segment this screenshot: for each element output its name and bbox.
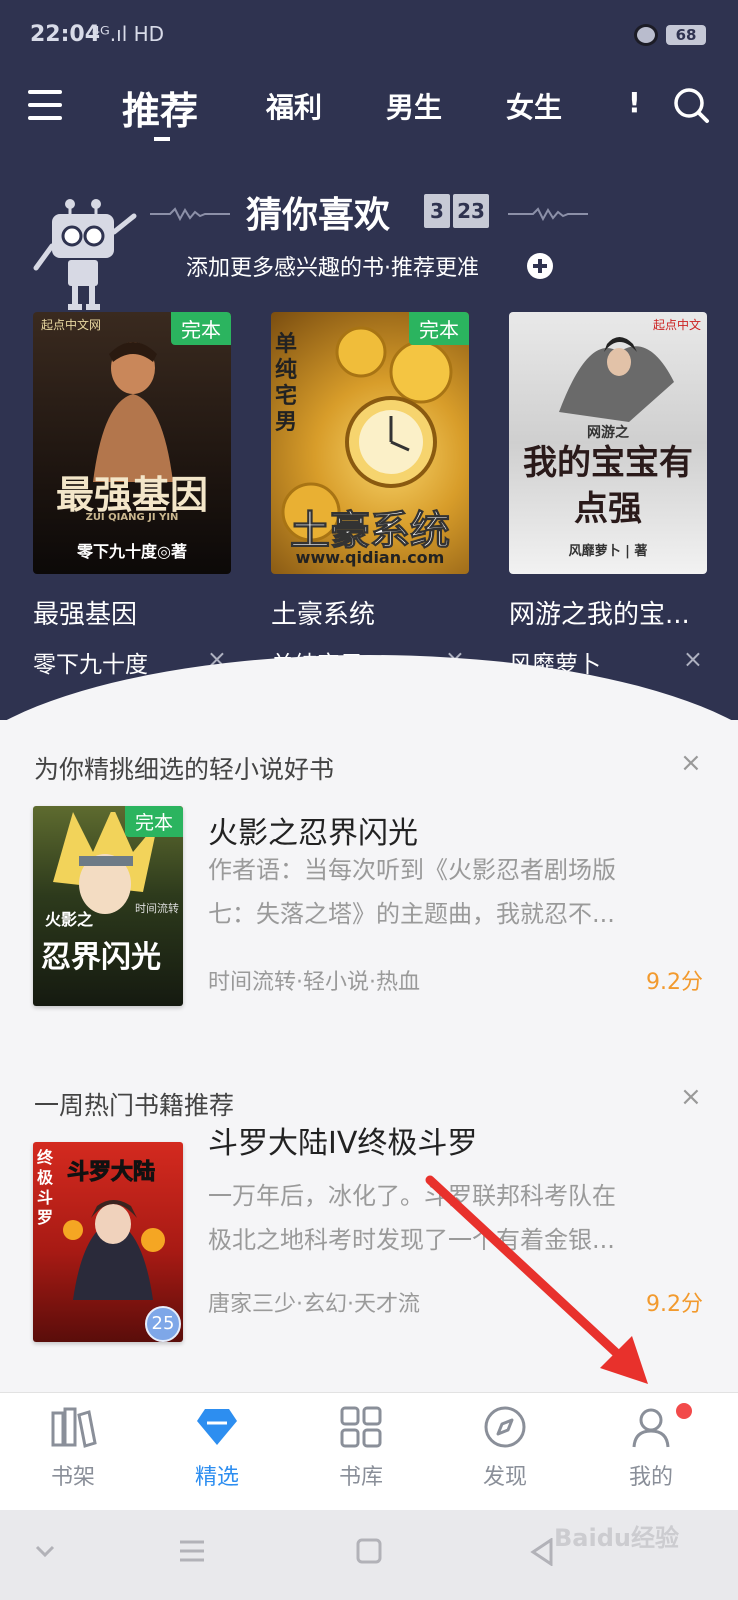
- bookshelf-icon: [51, 1407, 97, 1448]
- book-card[interactable]: 起点中文 网游之 我的宝宝有点强 风靡萝卜 | 著 网游之我的宝... 风靡萝卜…: [509, 312, 707, 679]
- bottom-nav-label: 书架: [50, 1465, 95, 1490]
- cover-title: 我的宝宝有点强: [523, 443, 693, 529]
- book-card[interactable]: 单纯宅男 土豪系统 www.qidian.com 完本 土豪系统 单纯宅男 ×: [271, 312, 469, 679]
- menu-icon[interactable]: [28, 90, 62, 120]
- guess-section-title: 猜你喜欢: [246, 195, 391, 236]
- book-description-line: 极北之地科考时发现了一个有着金银...: [208, 1226, 615, 1254]
- cover-brand: 起点中文网: [41, 318, 102, 332]
- tab-recommend[interactable]: 推荐: [122, 80, 198, 141]
- tab-welfare[interactable]: 福利: [266, 86, 322, 126]
- weekly-hot-section: 一周热门书籍推荐 × 终极斗罗 斗罗大陆 25 斗罗大陆IV终极斗罗 一万年后，…: [0, 1056, 738, 1386]
- section-title: 为你精挑细选的轻小说好书: [34, 755, 335, 784]
- cover-number-badge: 25: [145, 1306, 181, 1342]
- collapse-icon[interactable]: [34, 1544, 56, 1558]
- watermark-logo: Baidu经验: [554, 1524, 679, 1552]
- tab-female[interactable]: 女生: [506, 86, 562, 126]
- cover-subtitle: 网游之: [587, 425, 629, 441]
- close-icon[interactable]: ×: [680, 748, 702, 778]
- wave-decoration-right: [508, 207, 588, 221]
- cover-title: 最强基因: [55, 473, 208, 517]
- date-day: 23: [453, 194, 489, 228]
- book-cover[interactable]: 单纯宅男 土豪系统 www.qidian.com 完本: [271, 312, 469, 574]
- tab-more[interactable]: !: [628, 86, 641, 119]
- status-bar: 22:04 ⁴ᴳ.ıl HD 68: [0, 0, 738, 72]
- dismiss-icon[interactable]: ×: [683, 645, 703, 673]
- book-title[interactable]: 土豪系统: [271, 594, 469, 631]
- tab-male[interactable]: 男生: [386, 86, 442, 126]
- book-card[interactable]: 起点中文网 最强基因 ZUI QIANG JI YIN 零下九十度◎著 完本 最…: [33, 312, 231, 679]
- book-title[interactable]: 最强基因: [33, 594, 231, 631]
- book-title[interactable]: 火影之忍界闪光: [208, 808, 418, 852]
- book-description-line: 作者语：当每次听到《火影忍者剧场版: [208, 856, 616, 884]
- book-cover[interactable]: 起点中文网 最强基因 ZUI QIANG JI YIN 零下九十度◎著 完本: [33, 312, 231, 574]
- network-indicator: ⁴ᴳ.ıl HD: [92, 22, 165, 46]
- bottom-nav-label: 发现: [482, 1465, 527, 1490]
- date-badge: 3 23: [424, 194, 489, 228]
- cover-author: 风靡萝卜 | 著: [568, 544, 648, 559]
- cover-figure-icon: [93, 342, 173, 482]
- book-cover[interactable]: 终极斗罗 斗罗大陆 25: [33, 1142, 183, 1342]
- recent-apps-icon[interactable]: [178, 1538, 206, 1564]
- bottom-nav-library[interactable]: 书库: [306, 1403, 416, 1491]
- recommend-section: 为你精挑细选的轻小说好书 × 火影之 忍界闪光 时间流转 完本 火影之忍界闪光 …: [0, 720, 738, 1040]
- book-description-line: 一万年后，冰化了。斗罗联邦科考队在: [208, 1182, 616, 1210]
- bottom-nav-label: 我的: [628, 1465, 673, 1490]
- date-month: 3: [424, 194, 450, 228]
- book-meta: 时间流转·轻小说·热血: [208, 970, 420, 995]
- user-icon: [632, 1408, 670, 1448]
- book-author: 零下九十度: [33, 652, 148, 678]
- alarm-icon: [634, 24, 658, 46]
- bottom-nav-featured[interactable]: 精选: [162, 1403, 272, 1491]
- cover-figure-icon: [63, 1200, 165, 1300]
- close-icon[interactable]: ×: [680, 1082, 702, 1112]
- top-nav: 推荐 福利 男生 女生 !: [0, 72, 738, 142]
- notification-dot: [676, 1403, 692, 1419]
- add-interest-icon[interactable]: [527, 253, 553, 279]
- compass-icon: [484, 1406, 526, 1448]
- cover-subtitle: 火影之: [45, 910, 94, 929]
- robot-mascot-icon: [33, 199, 137, 310]
- bottom-nav-discover[interactable]: 发现: [450, 1403, 560, 1491]
- search-icon[interactable]: [672, 86, 710, 124]
- book-meta: 唐家三少·玄幻·天才流: [208, 1292, 420, 1317]
- bottom-nav: 书架 精选 书库 发现 我的: [0, 1392, 738, 1511]
- cover-subtitle: ZUI QIANG JI YIN: [85, 512, 179, 523]
- book-score: 9.2分: [646, 1292, 703, 1317]
- status-time: 22:04: [30, 22, 101, 47]
- section-title: 一周热门书籍推荐: [34, 1091, 235, 1120]
- cover-figure-icon: [559, 337, 674, 422]
- diamond-icon: [197, 1409, 237, 1445]
- book-title[interactable]: 斗罗大陆IV终极斗罗: [208, 1118, 477, 1162]
- cover-author: 零下九十度◎著: [77, 542, 187, 561]
- completed-badge: 完本: [409, 312, 469, 345]
- book-description-line: 七：失落之塔》的主题曲，我就忍不...: [208, 900, 615, 928]
- header-panel: 22:04 ⁴ᴳ.ıl HD 68 推荐 福利 男生 女生 ! 猜你喜欢 3 2…: [0, 0, 738, 720]
- guess-subtitle[interactable]: 添加更多感兴趣的书·推荐更准: [186, 250, 479, 282]
- cover-title: 斗罗大陆: [66, 1160, 156, 1186]
- wave-decoration-left: [150, 207, 230, 221]
- completed-badge: 完本: [124, 806, 183, 837]
- cover-author: 单纯宅男: [275, 332, 298, 435]
- book-cover[interactable]: 火影之 忍界闪光 时间流转 完本: [33, 806, 183, 1006]
- cover-author: 时间流转: [135, 902, 179, 915]
- book-score: 9.2分: [646, 970, 703, 995]
- battery-indicator: 68: [666, 25, 706, 45]
- book-cover[interactable]: 起点中文 网游之 我的宝宝有点强 风靡萝卜 | 著: [509, 312, 707, 574]
- completed-badge: 完本: [171, 312, 231, 345]
- bottom-nav-label: 精选: [194, 1465, 239, 1490]
- book-title[interactable]: 网游之我的宝...: [509, 594, 707, 631]
- cover-title: 忍界闪光: [41, 940, 161, 975]
- back-icon[interactable]: [530, 1538, 554, 1566]
- bottom-nav-bookshelf[interactable]: 书架: [18, 1403, 128, 1491]
- bottom-nav-label: 书库: [338, 1465, 383, 1490]
- grid-icon: [340, 1406, 382, 1448]
- cover-url: www.qidian.com: [295, 548, 445, 567]
- home-icon[interactable]: [356, 1538, 382, 1564]
